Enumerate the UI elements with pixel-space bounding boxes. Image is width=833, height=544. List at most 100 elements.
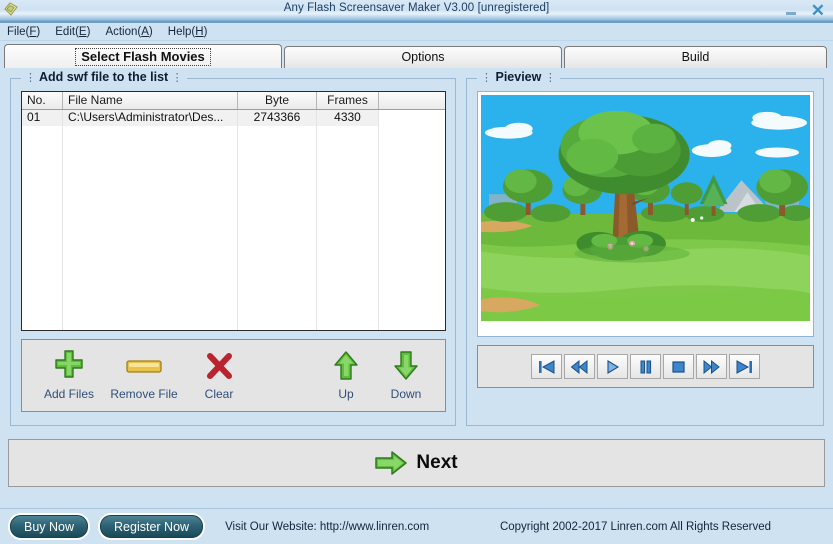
menu-help-accel: H xyxy=(195,25,204,38)
cell-empty xyxy=(379,206,445,222)
skip-to-start-icon xyxy=(538,359,555,374)
tab-options-label: Options xyxy=(401,50,445,64)
stop-button[interactable] xyxy=(663,354,694,379)
cell-empty xyxy=(238,126,317,142)
menu-action-accel: A xyxy=(141,25,149,38)
fast-forward-button[interactable] xyxy=(696,354,727,379)
menu-item-help[interactable]: Help(H) xyxy=(167,26,209,38)
cell-empty xyxy=(63,142,238,158)
cell-empty xyxy=(22,318,63,330)
flash-preview-canvas[interactable] xyxy=(481,95,810,333)
table-row-empty[interactable] xyxy=(22,238,445,254)
cell-empty xyxy=(238,238,317,254)
cell-empty xyxy=(238,286,317,302)
preview-title-bracket-left: ⋮ xyxy=(481,72,492,84)
group-title-bracket-left: ⋮ xyxy=(25,72,36,84)
preview-frame xyxy=(477,91,814,337)
add-files-label: Add Files xyxy=(43,387,95,401)
table-row-empty[interactable] xyxy=(22,126,445,142)
first-frame-button[interactable] xyxy=(531,354,562,379)
cell-empty xyxy=(63,206,238,222)
minimize-icon[interactable] xyxy=(785,5,797,16)
tab-build-label: Build xyxy=(681,50,710,64)
cell-empty xyxy=(63,302,238,318)
cell-empty xyxy=(63,238,238,254)
cell-empty xyxy=(63,254,238,270)
column-header-no[interactable]: No. xyxy=(22,92,63,109)
cell-blank xyxy=(379,110,445,126)
tab-select-flash-movies[interactable]: Select Flash Movies xyxy=(4,44,282,68)
cell-empty xyxy=(317,318,379,330)
table-row-empty[interactable] xyxy=(22,206,445,222)
tab-build[interactable]: Build xyxy=(564,46,827,68)
table-row-empty[interactable] xyxy=(22,158,445,174)
cell-empty xyxy=(63,190,238,206)
close-icon[interactable]: ✕ xyxy=(811,2,829,19)
preview-title-bracket-right: ⋮ xyxy=(544,72,556,84)
cell-empty xyxy=(22,190,63,206)
file-list[interactable]: No. File Name Byte Frames 01 C:\Users\Adm… xyxy=(21,91,446,331)
green-plus-icon xyxy=(32,348,106,386)
next-button[interactable]: Next xyxy=(375,450,458,476)
column-header-byte[interactable]: Byte xyxy=(238,92,317,109)
pause-icon xyxy=(637,360,654,374)
menu-edit-accel: E xyxy=(78,25,87,38)
move-down-label: Down xyxy=(390,387,422,401)
menu-item-edit[interactable]: Edit(E) xyxy=(54,26,91,38)
next-label: Next xyxy=(416,452,458,473)
cell-empty xyxy=(238,318,317,330)
cell-empty xyxy=(238,174,317,190)
cell-empty xyxy=(238,254,317,270)
playback-controls xyxy=(477,345,814,388)
next-bar[interactable]: Next xyxy=(8,439,825,487)
menu-action-label: Action xyxy=(105,25,138,38)
buy-now-button[interactable]: Buy Now xyxy=(10,515,89,538)
menu-item-file[interactable]: File(F) xyxy=(6,26,41,38)
table-row-empty[interactable] xyxy=(22,142,445,158)
cell-empty xyxy=(238,206,317,222)
cell-no: 01 xyxy=(22,110,63,126)
rewind-button[interactable] xyxy=(564,354,595,379)
preview-group-title: ⋮ Pieview ⋮ xyxy=(477,70,560,84)
table-row-empty[interactable] xyxy=(22,254,445,270)
column-header-blank[interactable] xyxy=(379,92,445,109)
cell-empty xyxy=(379,222,445,238)
stop-icon xyxy=(670,360,687,374)
tab-strip: Select Flash Movies Options Build xyxy=(4,44,829,68)
table-row-empty[interactable] xyxy=(22,270,445,286)
add-files-button[interactable]: Add Files xyxy=(32,348,106,401)
column-header-frames[interactable]: Frames xyxy=(317,92,379,109)
cell-empty xyxy=(317,142,379,158)
table-row-empty[interactable] xyxy=(22,190,445,206)
status-bar: Buy Now Register Now Visit Our Website: … xyxy=(0,508,833,544)
register-now-button[interactable]: Register Now xyxy=(100,515,204,538)
window-title: Any Flash Screensaver Maker V3.00 [unreg… xyxy=(283,2,550,14)
pause-button[interactable] xyxy=(630,354,661,379)
window-controls: ✕ xyxy=(785,0,829,20)
table-row[interactable]: 01 C:\Users\Administrator\Des... 2743366 43… xyxy=(22,110,445,126)
cell-empty xyxy=(317,254,379,270)
application-window: Any Flash Screensaver Maker V3.00 [unreg… xyxy=(0,0,833,544)
cell-empty xyxy=(317,174,379,190)
cell-empty xyxy=(63,318,238,330)
cell-empty xyxy=(238,142,317,158)
cell-empty xyxy=(22,302,63,318)
tab-options[interactable]: Options xyxy=(284,46,562,68)
preview-group-label: Pieview xyxy=(495,70,542,84)
cell-empty xyxy=(22,142,63,158)
table-row-empty[interactable] xyxy=(22,222,445,238)
last-frame-button[interactable] xyxy=(729,354,760,379)
menu-item-action[interactable]: Action(A) xyxy=(104,26,153,38)
clear-button[interactable]: Clear xyxy=(182,348,256,401)
table-row-empty[interactable] xyxy=(22,286,445,302)
cell-empty xyxy=(379,318,445,330)
column-header-file-name[interactable]: File Name xyxy=(63,92,238,109)
table-row-empty[interactable] xyxy=(22,302,445,318)
cell-empty xyxy=(63,158,238,174)
table-row-empty[interactable] xyxy=(22,174,445,190)
skip-to-end-icon xyxy=(736,359,753,374)
move-down-button[interactable]: Down xyxy=(369,348,443,401)
table-row-empty[interactable] xyxy=(22,318,445,330)
remove-file-button[interactable]: Remove File xyxy=(107,348,181,401)
play-button[interactable] xyxy=(597,354,628,379)
